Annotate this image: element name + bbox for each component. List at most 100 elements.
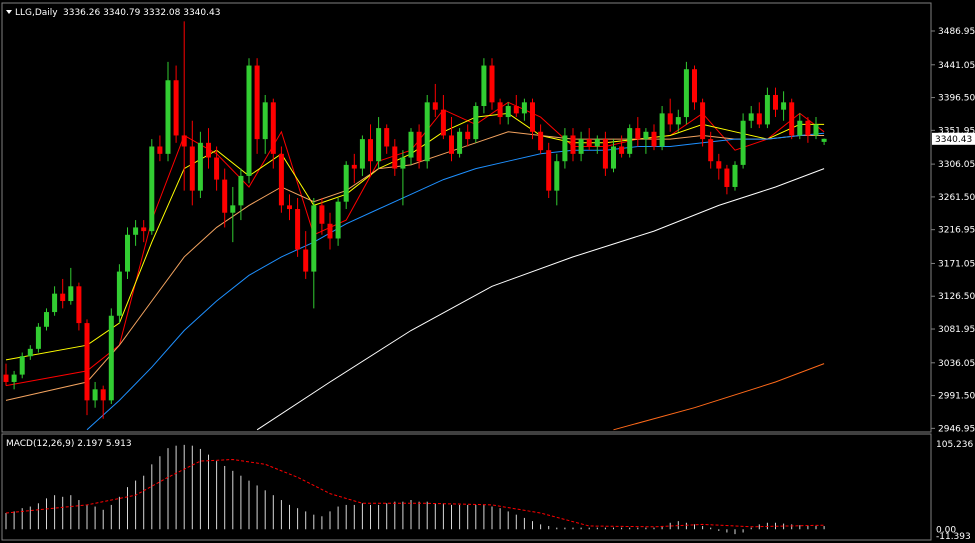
candle	[295, 198, 301, 257]
chart-stage: 3486.95 3441.05 3396.50 3351.95 3306.05 3261.…	[0, 0, 975, 543]
candle	[254, 58, 260, 154]
candle	[756, 102, 762, 129]
price-axis-label: 2991.50	[938, 392, 975, 402]
candle	[764, 87, 770, 129]
candle	[773, 87, 778, 118]
macd-signal-line	[5, 458, 825, 528]
main-plot-frame	[1, 2, 932, 433]
candle	[52, 286, 58, 316]
candle	[432, 83, 438, 118]
candle	[60, 278, 66, 309]
candle	[497, 98, 503, 125]
candle	[659, 106, 665, 151]
price-axis-label: 3036.05	[938, 359, 975, 369]
price-axis-label: 3261.50	[938, 193, 975, 203]
candle	[683, 61, 689, 125]
candle	[489, 58, 495, 110]
price-axis-label: 2946.95	[938, 424, 975, 434]
symbol-dropdown-icon[interactable]	[6, 10, 12, 14]
candle	[708, 131, 714, 169]
macd-indicator-label: MACD(12,26,9) 2.197 5.913	[6, 439, 132, 449]
chart-symbol-title: LLG,Daily	[15, 8, 58, 18]
candle	[246, 58, 252, 184]
candle	[206, 128, 211, 169]
candle	[667, 98, 673, 132]
candle	[359, 135, 365, 176]
candle	[376, 117, 382, 169]
candle	[165, 61, 171, 162]
candle	[262, 94, 268, 154]
candle	[384, 124, 390, 154]
candle	[108, 308, 114, 405]
candle	[125, 227, 130, 279]
ohlc-readout: 3336.26 3340.79 3332.08 3340.43	[63, 8, 220, 18]
candle	[27, 345, 33, 360]
candle	[189, 120, 195, 206]
candle	[530, 98, 535, 140]
candle	[84, 319, 90, 416]
candle	[141, 220, 147, 243]
candle	[11, 370, 17, 390]
candle	[392, 139, 398, 176]
candle	[602, 131, 608, 176]
candle	[473, 102, 479, 143]
candle	[594, 135, 600, 154]
candle	[408, 128, 414, 165]
candle	[724, 164, 730, 195]
candle	[157, 135, 163, 162]
candle	[732, 161, 738, 191]
candlestick-chart: 3486.953441.053396.503351.953306.053261.…	[1, 2, 975, 542]
price-axis-label: 3126.50	[938, 292, 975, 302]
macd-axis-label: 105.236	[936, 440, 973, 450]
candle	[368, 124, 373, 176]
candle	[351, 153, 357, 184]
candle	[505, 102, 511, 125]
candle	[570, 128, 576, 162]
candle	[173, 65, 179, 143]
candle	[278, 146, 284, 213]
candle	[303, 231, 309, 279]
candle	[449, 117, 454, 162]
candle	[643, 128, 649, 154]
candle	[287, 194, 292, 221]
candle	[230, 186, 236, 243]
candle	[424, 94, 430, 169]
candle	[222, 168, 228, 228]
candle	[538, 124, 544, 154]
candle	[327, 212, 333, 250]
price-axis: 3486.953441.053396.503351.953306.053261.…	[931, 27, 975, 542]
price-axis-label: 3396.50	[938, 94, 975, 104]
candle	[627, 124, 633, 158]
candle	[3, 363, 9, 386]
candle	[44, 308, 49, 331]
price-axis-label: 3441.05	[938, 61, 975, 71]
price-axis-label: 3216.95	[938, 226, 975, 236]
candle	[821, 138, 827, 145]
candle	[578, 131, 584, 162]
price-axis-label: 3486.95	[938, 27, 975, 37]
candle	[197, 131, 203, 198]
candle	[546, 142, 552, 198]
macd-plot-layer	[5, 444, 825, 535]
last-price-tag: 3340.43	[935, 135, 972, 145]
candle	[457, 128, 463, 158]
candle	[748, 106, 754, 129]
candle	[68, 267, 74, 305]
candle	[133, 220, 139, 246]
candle	[692, 65, 697, 110]
candle	[440, 94, 446, 140]
candle	[635, 117, 641, 147]
candle	[116, 264, 122, 324]
candle	[181, 21, 187, 191]
moving-average-blue	[86, 132, 825, 431]
moving-average-orange	[613, 363, 825, 431]
candle	[465, 124, 471, 147]
candle	[781, 91, 787, 121]
candle	[554, 153, 560, 206]
macd-plot-frame	[1, 433, 932, 541]
candle	[521, 98, 527, 121]
candle	[149, 139, 155, 235]
price-axis-label: 3306.05	[938, 160, 975, 170]
price-axis-label: 3171.05	[938, 259, 975, 269]
candle	[35, 323, 41, 353]
